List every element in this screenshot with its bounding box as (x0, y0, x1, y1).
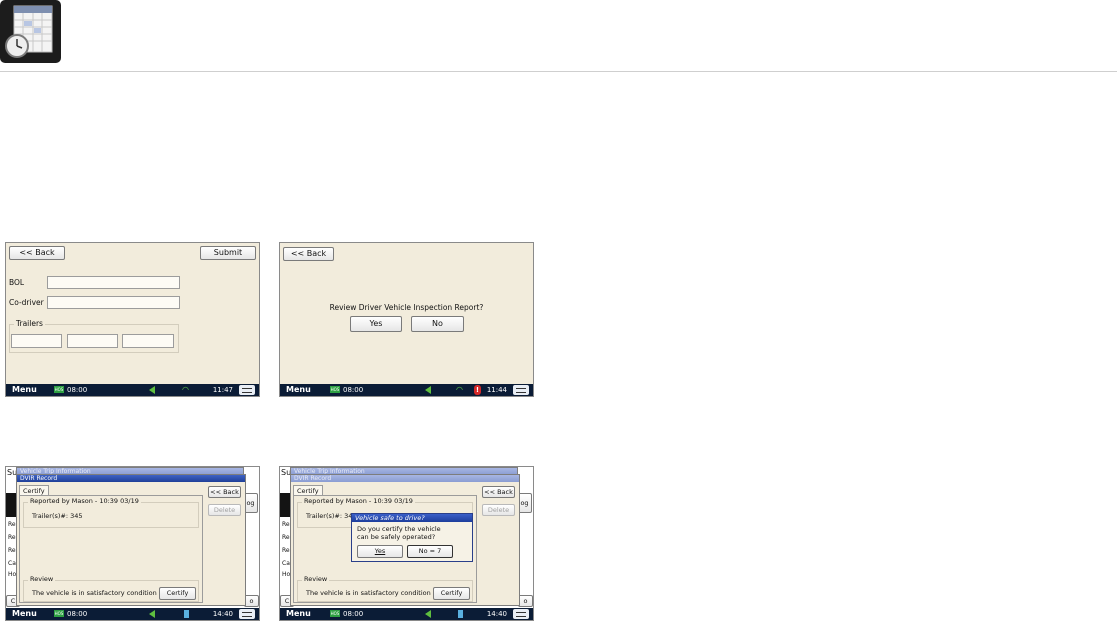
hos-time: 08:00 (343, 386, 364, 394)
trailer-input-2[interactable] (67, 334, 118, 348)
keyboard-icon[interactable] (239, 609, 255, 619)
certify-button[interactable]: Certify (433, 587, 470, 600)
speaker-icon[interactable] (425, 610, 431, 618)
review-text: The vehicle is in satisfactory condition (32, 589, 157, 597)
summary-row: Ca (8, 560, 16, 567)
taskbar: Menu HOS 08:00 ◠ ! 11:44 (280, 384, 533, 396)
screen-dvir-record: Sum Re Re Re Ca Ho og C o Vehicle Trip I… (5, 466, 260, 621)
summary-row: Re (8, 534, 16, 541)
dvir-window-title: DVIR Record (17, 475, 245, 482)
back-button[interactable]: << Back (283, 247, 334, 261)
menu-button[interactable]: Menu (12, 608, 37, 620)
keyboard-icon[interactable] (513, 385, 529, 395)
taskbar: Menu HOS 08:00 14:40 (6, 608, 259, 620)
reported-by-text: Reported by Mason - 10:39 03/19 (28, 497, 141, 505)
hos-badge: HOS (54, 610, 64, 617)
delete-button[interactable]: Delete (208, 504, 241, 516)
trailers-label: Trailers (14, 319, 45, 328)
device-icon[interactable] (458, 610, 463, 618)
menu-button[interactable]: Menu (286, 384, 311, 396)
clock: 14:40 (486, 610, 507, 618)
hos-time: 08:00 (343, 610, 364, 618)
menu-button[interactable]: Menu (286, 608, 311, 620)
dvir-window: DVIR Record Certify Reported by Mason - … (16, 474, 246, 606)
dvir-content-panel: Reported by Mason - 10:39 03/19 Trailer(… (19, 495, 203, 603)
certify-dialog-title: Vehicle safe to drive? (352, 514, 472, 522)
keyboard-icon[interactable] (239, 385, 255, 395)
calendar-clock-icon (5, 5, 53, 58)
dialog-no-button[interactable]: No = 7 (407, 545, 453, 558)
certify-dialog-line2: can be safely operated? (357, 533, 436, 541)
header-divider (0, 71, 1117, 72)
dvir-window-title: DVIR Record (291, 475, 519, 482)
alert-icon[interactable]: ! (474, 385, 481, 395)
certify-dialog: Vehicle safe to drive? Do you certify th… (351, 513, 473, 562)
trailer-input-3[interactable] (122, 334, 174, 348)
trailers-text: Trailer(s)#: 345 (32, 512, 83, 520)
trailer-input-1[interactable] (11, 334, 62, 348)
review-label: Review (302, 575, 330, 583)
dvir-question: Review Driver Vehicle Inspection Report? (329, 303, 484, 312)
hos-badge: HOS (330, 610, 340, 617)
wifi-icon[interactable]: ◠ (456, 384, 463, 396)
device-icon[interactable] (184, 610, 189, 618)
summary-row: Ho (8, 571, 17, 578)
submit-button[interactable]: Submit (200, 246, 256, 260)
taskbar: Menu HOS 08:00 ◠ 11:47 (6, 384, 259, 396)
back-button[interactable]: << Back (208, 486, 241, 498)
summary-row: Re (8, 547, 16, 554)
no-button[interactable]: No (411, 316, 464, 332)
clock: 14:40 (212, 610, 233, 618)
hos-badge: HOS (330, 386, 340, 393)
review-text: The vehicle is in satisfactory condition (306, 589, 431, 597)
wifi-icon[interactable]: ◠ (182, 384, 189, 396)
reported-by-text: Reported by Mason - 10:39 03/19 (302, 497, 415, 505)
certify-button[interactable]: Certify (159, 587, 196, 600)
screen-dvir-certify-dialog: Sum Re Re Re Ca Ho og C o Vehicle Trip I… (279, 466, 534, 621)
speaker-icon[interactable] (425, 386, 431, 394)
clock: 11:47 (212, 386, 233, 394)
speaker-icon[interactable] (149, 610, 155, 618)
summary-row: Re (282, 521, 290, 528)
taskbar: Menu HOS 08:00 14:40 (280, 608, 533, 620)
hos-time: 08:00 (67, 386, 88, 394)
bol-input[interactable] (47, 276, 180, 289)
bottom-tab-right[interactable]: o (244, 595, 259, 607)
bol-label: BOL (9, 278, 25, 287)
hos-time: 08:00 (67, 610, 88, 618)
codriver-label: Co-driver (9, 298, 44, 307)
summary-row: Re (282, 534, 290, 541)
delete-button[interactable]: Delete (482, 504, 515, 516)
review-label: Review (28, 575, 56, 583)
speaker-icon[interactable] (149, 386, 155, 394)
summary-row: Ca (282, 560, 290, 567)
trailers-text: Trailer(s)#: 34 (306, 512, 353, 520)
certify-dialog-line1: Do you certify the vehicle (357, 525, 441, 533)
back-button[interactable]: << Back (482, 486, 515, 498)
screen-dvir-prompt: << Back Review Driver Vehicle Inspection… (279, 242, 534, 397)
menu-button[interactable]: Menu (12, 384, 37, 396)
clock: 11:44 (486, 386, 507, 394)
bottom-tab-right[interactable]: o (518, 595, 533, 607)
keyboard-icon[interactable] (513, 609, 529, 619)
screen-trip-info: << Back Submit BOL Co-driver Trailers Me… (5, 242, 260, 397)
back-button[interactable]: << Back (9, 246, 65, 260)
app-icon (0, 0, 61, 63)
yes-button[interactable]: Yes (350, 316, 402, 332)
dialog-yes-button[interactable]: Yes (357, 545, 403, 558)
codriver-input[interactable] (47, 296, 180, 309)
hos-badge: HOS (54, 386, 64, 393)
summary-row: Re (8, 521, 16, 528)
summary-row: Re (282, 547, 290, 554)
summary-row: Ho (282, 571, 291, 578)
